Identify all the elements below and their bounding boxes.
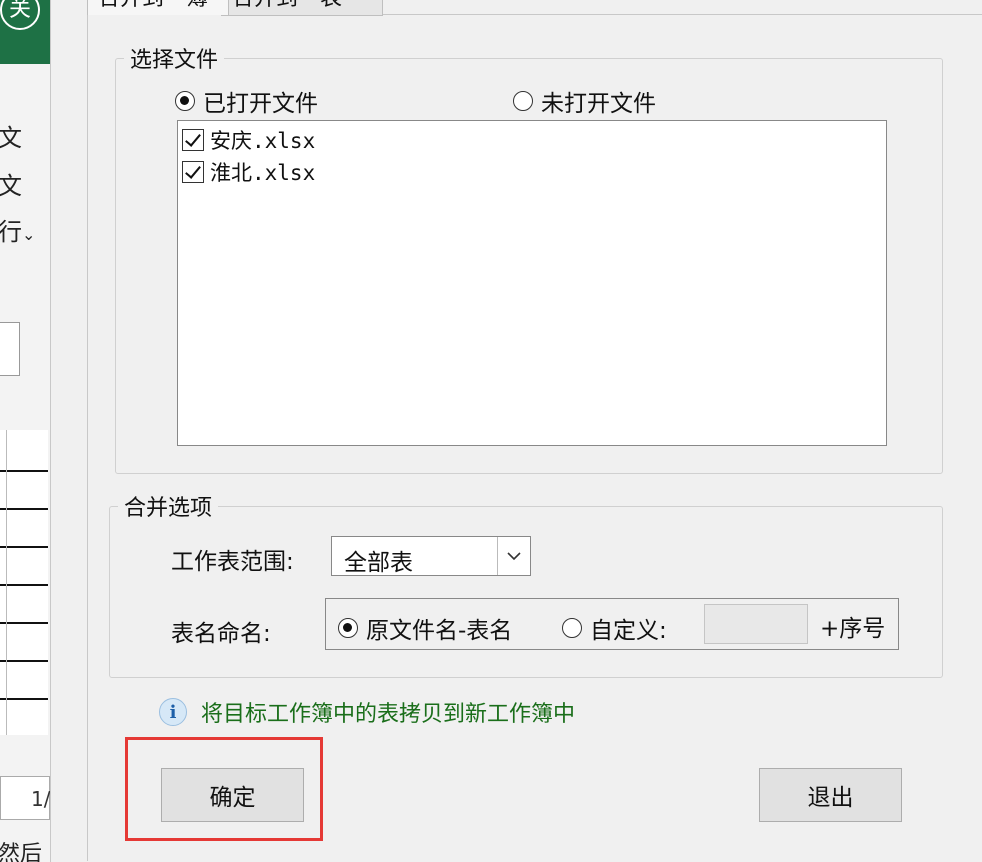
grid-line — [0, 508, 48, 510]
name-box[interactable] — [0, 322, 20, 376]
status-text-fragment: 然后按 — [0, 842, 43, 862]
radio-original-name-label: 原文件名-表名 — [366, 618, 513, 644]
radio-selected-icon — [338, 618, 358, 638]
info-text: 将目标工作簿中的表拷贝到新工作簿中 — [201, 702, 576, 727]
merge-dialog: 合并到一簿 合并到一表 选择文件 已打开文件 未打开文件 安庆.xlsx 淮北.… — [50, 0, 982, 862]
grid-line — [0, 622, 48, 624]
radio-original-name[interactable]: 原文件名-表名 — [338, 611, 512, 645]
grid-line — [0, 546, 48, 548]
checkbox-checked-icon[interactable] — [182, 161, 204, 183]
spreadsheet-grid[interactable] — [0, 430, 48, 735]
sheet-range-value: 全部表 — [344, 550, 413, 576]
checkbox-checked-icon[interactable] — [182, 129, 204, 151]
exit-button[interactable]: 退出 — [759, 768, 902, 822]
tab-merge-to-workbook[interactable]: 合并到一簿 — [87, 0, 229, 15]
file-list[interactable]: 安庆.xlsx 淮北.xlsx — [177, 120, 887, 446]
ribbon-strip: 关 — [0, 0, 50, 64]
chevron-down-icon: ⌄ — [22, 225, 36, 244]
radio-selected-icon — [175, 91, 195, 111]
background-excel-window: 关 文 文 行⌄ ⋮ ⋮ 1/ 然后按 — [0, 0, 50, 862]
confirm-button[interactable]: 确定 — [161, 768, 304, 822]
naming-options-box: 原文件名-表名 自定义: +序号 — [325, 598, 899, 650]
sequence-suffix-label: +序号 — [820, 616, 886, 642]
sheet-range-label: 工作表范围: — [171, 549, 294, 575]
page-indicator: 1/ — [0, 776, 50, 820]
ribbon-text-fragment-label: 行 — [0, 218, 22, 246]
tab-merge-to-sheet[interactable]: 合并到一表 — [221, 0, 383, 16]
radio-opened-files[interactable]: 已打开文件 — [175, 84, 318, 118]
radio-custom-name-label: 自定义: — [590, 618, 667, 644]
file-name: 淮北.xlsx — [210, 161, 316, 185]
info-message: i 将目标工作簿中的表拷贝到新工作簿中 — [159, 696, 575, 728]
radio-unselected-icon — [562, 618, 582, 638]
info-icon: i — [159, 698, 187, 726]
page-indicator-text: 1/ — [31, 787, 50, 811]
select-files-legend: 选择文件 — [130, 48, 219, 73]
grid-line — [0, 584, 48, 586]
grid-line — [0, 660, 48, 662]
radio-custom-name[interactable]: 自定义: — [562, 611, 667, 645]
radio-unopened-files-label: 未打开文件 — [541, 91, 656, 117]
radio-opened-files-label: 已打开文件 — [203, 91, 318, 117]
grid-column-line — [6, 430, 7, 735]
file-name: 安庆.xlsx — [210, 129, 316, 153]
merge-options-legend: 合并选项 — [124, 496, 213, 521]
file-item[interactable]: 淮北.xlsx — [182, 157, 315, 187]
ribbon-text-fragment: 文 — [0, 172, 22, 200]
sheet-range-select[interactable]: 全部表 — [331, 536, 531, 576]
ribbon-text-fragment: 文 — [0, 124, 22, 152]
ribbon-text-fragment[interactable]: 行⌄ — [0, 212, 35, 247]
radio-unselected-icon — [513, 91, 533, 111]
file-item[interactable]: 安庆.xlsx — [182, 125, 315, 155]
close-circle-button[interactable]: 关 — [0, 0, 40, 30]
custom-name-input[interactable] — [704, 604, 808, 644]
naming-label: 表名命名: — [171, 621, 271, 647]
chevron-down-icon[interactable] — [497, 537, 530, 575]
grid-line — [0, 470, 48, 472]
radio-unopened-files[interactable]: 未打开文件 — [513, 84, 656, 118]
grid-line — [0, 698, 48, 700]
